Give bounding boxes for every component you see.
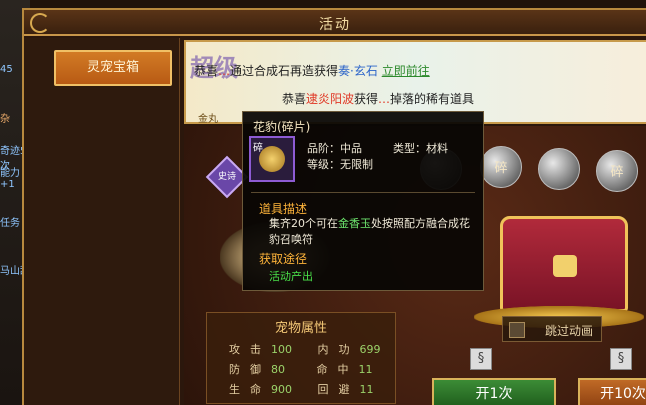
announcement-line-1: 恭喜…通过合成石再造获得奏·玄石 立即前往	[194, 62, 430, 79]
item-tooltip: 花豹(碎片) 碎 品阶：中品 类型：材料 等级：无限制 道具描述 集齐20个可在…	[242, 111, 484, 291]
title-bar: 活动	[24, 10, 646, 36]
announcement-text: 恭喜	[194, 64, 219, 78]
checkbox-icon[interactable]	[509, 322, 525, 338]
player-name: …	[218, 64, 231, 78]
fragment-tag: 碎	[253, 143, 263, 154]
attributes-title: 宠物属性	[274, 321, 327, 336]
attr-value: 900	[271, 383, 292, 396]
announcement-text: 获得	[354, 92, 379, 106]
skip-animation-label: 跳过动画	[545, 324, 594, 338]
leopard-fragment-icon: 碎	[249, 136, 295, 182]
skip-animation-toggle[interactable]: 跳过动画	[502, 316, 602, 342]
attribute-row: 防御80 命中11	[229, 361, 373, 377]
desc-text: 集齐20个可在	[269, 217, 338, 230]
lock-icon	[553, 255, 577, 277]
announcement-text: 掉落的稀有道具	[390, 92, 475, 106]
tooltip-description: 集齐20个可在金香玉处按照配方融合成花豹召唤符	[269, 216, 474, 248]
pet-attributes-panel: 宠物属性 攻击100 内功699 防御80 命中11 生命900 回避11	[206, 312, 396, 404]
attr-value: 11	[358, 363, 373, 376]
attr-key: 回避	[317, 383, 360, 396]
attr-key: 防御	[229, 363, 271, 376]
rarity-label: 史诗	[217, 172, 236, 182]
tooltip-source: 活动产出	[269, 270, 313, 283]
attr-key: 生命	[229, 383, 271, 396]
attr-value: 11	[359, 383, 374, 396]
tooltip-type: 类型：材料	[393, 142, 448, 155]
attr-key: 命中	[316, 363, 359, 376]
reward-orb[interactable]: 碎	[480, 146, 522, 188]
attr-value: 100	[271, 343, 292, 356]
tooltip-desc-heading: 道具描述	[259, 202, 308, 216]
orb-label: 碎	[610, 165, 624, 180]
left-strip-text: 杂	[0, 114, 10, 125]
attr-key: 内功	[317, 343, 360, 356]
tab-pet-chest[interactable]: 灵宠宝箱	[54, 50, 172, 86]
announcement-line-2: 恭喜逮炎阳波获得…掉落的稀有道具	[282, 90, 474, 107]
attr-key: 攻击	[229, 343, 271, 356]
reward-orb[interactable]: 碎	[596, 150, 638, 192]
announcement-text: 恭喜	[282, 92, 307, 106]
attribute-row: 生命900 回避11	[229, 381, 374, 397]
desc-item-name: 金香玉	[338, 217, 371, 230]
open-once-button[interactable]: 开1次	[432, 378, 556, 405]
player-name: 逮炎阳波	[306, 92, 355, 106]
attr-value: 699	[359, 343, 381, 356]
tooltip-grade: 品阶：中品	[307, 142, 362, 155]
announcement-text: 通过合成石再造获得	[230, 64, 339, 78]
go-now-link[interactable]: 立即前往	[382, 64, 430, 78]
scroll-icon[interactable]: §	[470, 348, 492, 370]
item-link[interactable]: …	[378, 92, 390, 106]
scroll-icon[interactable]: §	[610, 348, 632, 370]
sidebar: 灵宠宝箱	[24, 38, 180, 405]
game-screen: 45 杂 奇迹5次 能力+1 任务 马山舐 活动 灵宠宝箱 超级 恭喜…通过合成…	[0, 0, 646, 405]
left-strip-text: 45	[0, 64, 13, 75]
reward-orb[interactable]	[538, 148, 580, 190]
tooltip-source-heading: 获取途径	[259, 252, 308, 266]
left-strip-text: 任务	[0, 218, 20, 229]
item-link[interactable]: 奏·玄石	[338, 64, 378, 78]
attribute-row: 攻击100 内功699	[229, 341, 381, 357]
orb-label: 碎	[494, 161, 508, 176]
window-title: 活动	[319, 17, 351, 33]
open-ten-button[interactable]: 开10次	[578, 378, 646, 405]
tooltip-divider	[251, 192, 475, 193]
tooltip-item-name: 花豹(碎片)	[253, 120, 311, 134]
banner-corner-text: 金丸	[198, 114, 218, 125]
tooltip-level: 等级：无限制	[307, 158, 373, 171]
treasure-chest[interactable]	[500, 216, 628, 312]
attr-value: 80	[271, 363, 285, 376]
